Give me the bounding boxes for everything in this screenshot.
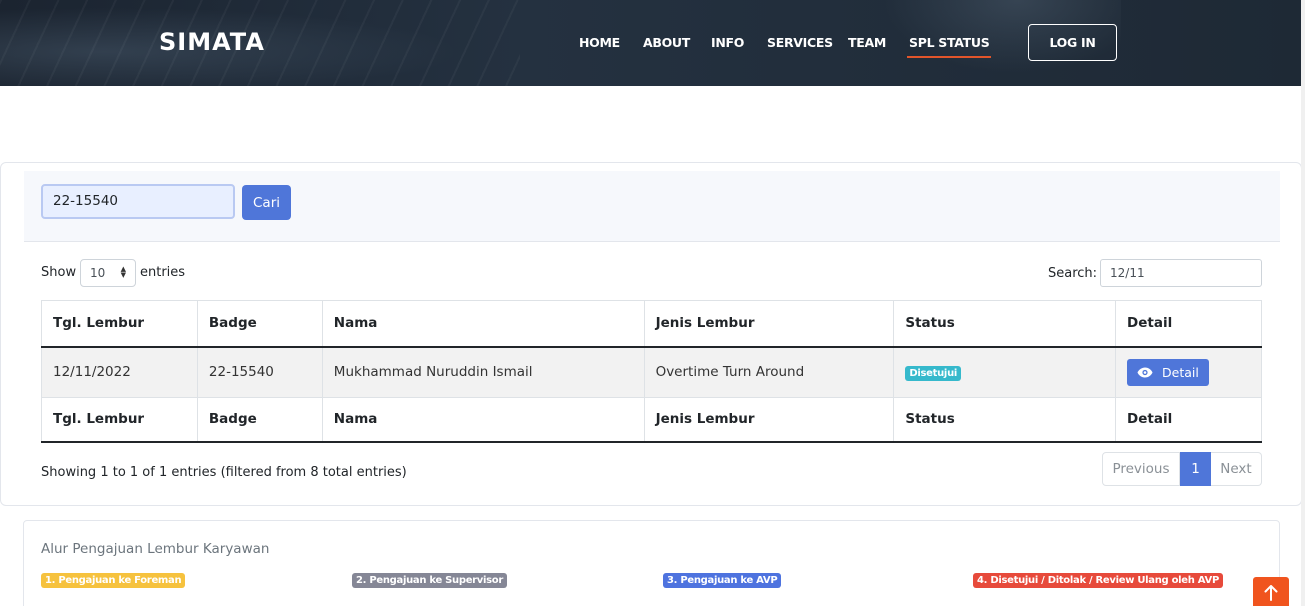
cell-nama: Mukhammad Nuruddin Ismail xyxy=(321,346,645,398)
cell-detail: Detail xyxy=(1115,346,1262,398)
col-footer-detail: Detail xyxy=(1115,397,1262,443)
table-search-label: Search: xyxy=(1048,266,1098,281)
nav-services[interactable]: SERVICES xyxy=(767,35,833,50)
col-header-nama[interactable]: Nama xyxy=(321,300,645,348)
table-info: Showing 1 to 1 of 1 entries (filtered fr… xyxy=(41,465,407,480)
col-footer-tgl-lembur: Tgl. Lembur xyxy=(41,397,198,443)
col-header-jenis-lembur[interactable]: Jenis Lembur xyxy=(643,300,895,348)
overtime-flow-card: Alur Pengajuan Lembur Karyawan 1. Pengaj… xyxy=(23,520,1280,606)
cell-status: Disetujui xyxy=(893,346,1117,398)
arrow-up-icon xyxy=(1264,585,1278,601)
flow-step-avp: 3. Pengajuan ke AVP xyxy=(663,573,782,588)
flow-step-decision: 4. Disetujui / Ditolak / Review Ulang ol… xyxy=(973,573,1224,588)
badge-search-input[interactable]: 22-15540 xyxy=(41,184,235,219)
entries-length-select[interactable]: 10 ▲ ▼ xyxy=(80,259,136,287)
table-footer-row: Tgl. Lembur Badge Nama Jenis Lembur Stat… xyxy=(41,397,1262,443)
cell-tgl-lembur: 12/11/2022 xyxy=(41,346,198,398)
col-header-tgl-lembur[interactable]: Tgl. Lembur xyxy=(41,300,198,348)
nav-home[interactable]: HOME xyxy=(579,35,620,50)
nav-info[interactable]: INFO xyxy=(711,35,744,50)
cell-badge: 22-15540 xyxy=(196,346,323,398)
table-header-row: Tgl. Lembur Badge Nama Jenis Lembur Stat… xyxy=(41,300,1262,348)
col-footer-jenis-lembur: Jenis Lembur xyxy=(643,397,895,443)
col-footer-nama: Nama xyxy=(321,397,645,443)
col-header-detail[interactable]: Detail xyxy=(1115,300,1262,348)
show-label: Show xyxy=(41,265,77,280)
spl-status-card: 22-15540 Cari Show 10 ▲ ▼ entries Search:… xyxy=(0,162,1302,506)
cell-jenis-lembur: Overtime Turn Around xyxy=(643,346,895,398)
col-footer-status: Status xyxy=(893,397,1117,443)
entries-label: entries xyxy=(140,265,186,280)
flow-title: Alur Pengajuan Lembur Karyawan xyxy=(41,541,270,557)
page-scrollbar[interactable] xyxy=(1301,0,1305,606)
login-button[interactable]: LOG IN xyxy=(1028,24,1117,61)
entries-length-value: 10 xyxy=(90,266,106,280)
select-arrows-icon: ▲ ▼ xyxy=(120,265,126,279)
nav-team[interactable]: TEAM xyxy=(848,35,886,50)
eye-icon xyxy=(1137,367,1153,378)
col-header-badge[interactable]: Badge xyxy=(196,300,323,348)
pagination-previous[interactable]: Previous xyxy=(1102,452,1180,486)
nav-spl-status[interactable]: SPL STATUS xyxy=(906,35,992,58)
nav-about[interactable]: ABOUT xyxy=(643,35,690,50)
table-search-input[interactable]: 12/11 xyxy=(1100,259,1262,287)
scroll-to-top-button[interactable] xyxy=(1253,577,1289,606)
col-footer-badge: Badge xyxy=(196,397,323,443)
pagination-next[interactable]: Next xyxy=(1211,452,1262,486)
table-row: 12/11/2022 22-15540 Mukhammad Nuruddin I… xyxy=(41,346,1262,398)
detail-button-label: Detail xyxy=(1162,364,1199,380)
pagination-page-1[interactable]: 1 xyxy=(1180,452,1211,486)
flow-step-foreman: 1. Pengajuan ke Foreman xyxy=(41,573,186,588)
overtime-table: Tgl. Lembur Badge Nama Jenis Lembur Stat… xyxy=(41,300,1262,443)
cari-button[interactable]: Cari xyxy=(242,185,291,220)
pagination: Previous 1 Next xyxy=(1102,452,1262,486)
col-header-status[interactable]: Status xyxy=(893,300,1117,348)
brand-logo[interactable]: SIMATA xyxy=(159,28,265,56)
top-navbar: SIMATA HOME ABOUT INFO SERVICES TEAM SPL… xyxy=(0,0,1301,86)
flow-step-supervisor: 2. Pengajuan ke Supervisor xyxy=(352,573,508,588)
detail-button[interactable]: Detail xyxy=(1127,358,1209,386)
status-badge: Disetujui xyxy=(905,365,962,381)
badge-search-bar: 22-15540 Cari xyxy=(24,171,1280,242)
